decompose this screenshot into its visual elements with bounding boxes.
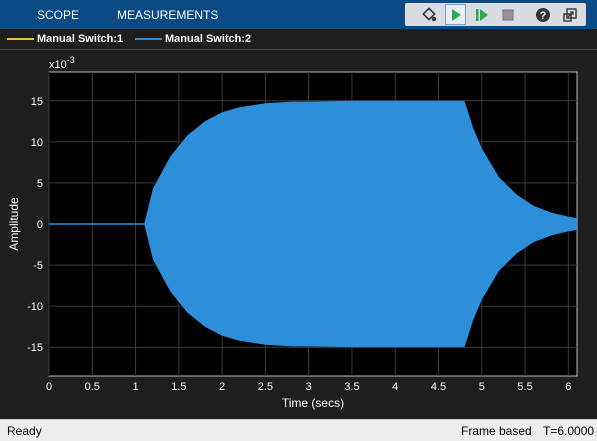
help-icon[interactable]: ?: [532, 4, 553, 25]
y-axis-label: Amplitude: [7, 197, 21, 251]
svg-text:?: ?: [539, 10, 546, 22]
step-forward-icon[interactable]: [471, 4, 492, 25]
scope-plot: 0 0.5 1 1.5 2 2.5 3 3.5 4 4.5 5 5.5 6 -15 -10 -5 0 5 10 15…: [7, 55, 578, 410]
y-tick-labels: -15 -10 -5 0 5 10 15: [27, 96, 43, 354]
simulation-time: T=6.0000: [543, 424, 595, 438]
x-tick-label: 6: [565, 381, 571, 393]
status-text: Ready: [7, 424, 42, 438]
legend-label-1: Manual Switch:1: [37, 33, 124, 45]
quick-access-toolbar: ?: [405, 3, 586, 26]
highlight-simulink-block-icon[interactable]: [419, 4, 440, 25]
frame-mode: Frame based: [461, 424, 532, 438]
undock-icon[interactable]: [559, 4, 580, 25]
y-tick-label: 5: [37, 178, 43, 190]
x-tick-labels: 0 0.5 1 1.5 2 2.5 3 3.5 4 4.5 5 5.5 6: [46, 381, 571, 393]
x-tick-label: 0: [46, 381, 52, 393]
y-tick-label: 15: [31, 96, 43, 108]
x-tick-label: 1: [132, 381, 138, 393]
tab-measurements[interactable]: MEASUREMENTS: [117, 0, 218, 29]
legend-swatch-2: [135, 38, 162, 40]
y-tick-label: -10: [27, 301, 43, 313]
x-tick-label: 4: [392, 381, 398, 393]
x-tick-label: 4.5: [431, 381, 446, 393]
y-tick-label: -15: [27, 342, 43, 354]
legend-item-1[interactable]: Manual Switch:1: [7, 32, 123, 46]
x-tick-label: 3.5: [344, 381, 359, 393]
x-tick-label: 0.5: [85, 381, 100, 393]
status-bar: Ready Frame based T=6.0000: [0, 419, 597, 441]
x-axis-label: Time (secs): [282, 396, 344, 410]
tab-scope[interactable]: SCOPE: [37, 0, 79, 29]
legend-item-2[interactable]: Manual Switch:2: [135, 32, 251, 46]
legend: Manual Switch:1 Manual Switch:2: [0, 29, 597, 50]
legend-label-2: Manual Switch:2: [165, 33, 252, 45]
legend-swatch-1: [7, 38, 34, 40]
y-tick-label: 0: [37, 219, 43, 231]
y-exponent-label: x10-3: [49, 55, 75, 71]
x-tick-label: 2.5: [258, 381, 273, 393]
y-tick-label: -5: [33, 260, 43, 272]
y-tick-label: 10: [31, 137, 43, 149]
x-tick-label: 5.5: [517, 381, 532, 393]
stop-icon[interactable]: [497, 4, 518, 25]
x-tick-label: 2: [219, 381, 225, 393]
x-tick-label: 5: [479, 381, 485, 393]
x-tick-label: 3: [306, 381, 312, 393]
x-tick-label: 1.5: [171, 381, 186, 393]
toolstrip: SCOPE MEASUREMENTS ?: [0, 0, 597, 29]
run-icon[interactable]: [445, 4, 466, 25]
